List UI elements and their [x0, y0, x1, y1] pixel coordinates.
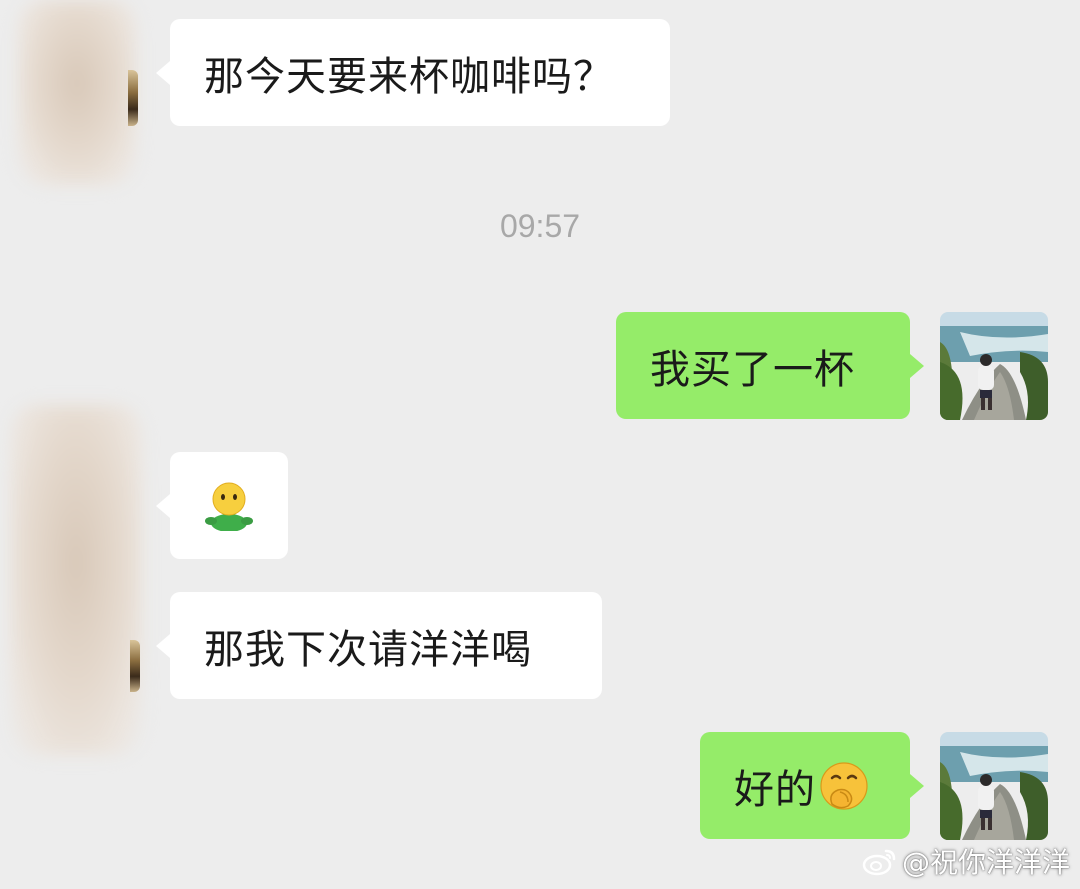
weibo-icon — [862, 849, 896, 876]
message-text: 那我下次请洋洋喝 — [204, 626, 532, 673]
user-avatar[interactable] — [940, 732, 1048, 840]
contact-avatar[interactable] — [10, 405, 142, 755]
bubble-tail — [156, 634, 170, 658]
message-bubble-received[interactable] — [156, 452, 288, 559]
hand-over-mouth-emoji-icon — [820, 761, 868, 810]
contact-avatar-edge — [128, 70, 138, 126]
seaside-photo-icon — [940, 732, 1048, 840]
message-text: 我买了一杯 — [650, 346, 855, 393]
chat-area: 那今天要来杯咖啡吗？ 09:57 我买了一杯 那我下次请洋洋喝 好的 @祝你洋洋… — [0, 0, 1080, 889]
message-bubble-received[interactable]: 那我下次请洋洋喝 — [156, 592, 602, 699]
message-bubble-sent[interactable]: 我买了一杯 — [616, 312, 924, 419]
message-bubble-received[interactable]: 那今天要来杯咖啡吗？ — [156, 19, 670, 126]
seaside-photo-icon — [940, 312, 1048, 420]
message-bubble-sent[interactable]: 好的 — [700, 732, 924, 839]
message-text: 好的 — [734, 766, 816, 813]
person-shrug-sticker-icon — [205, 482, 253, 531]
bubble-tail — [910, 354, 924, 378]
message-timestamp: 09:57 — [499, 208, 581, 244]
contact-avatar-edge — [130, 640, 140, 692]
watermark: @祝你洋洋洋 — [862, 841, 1070, 881]
message-text: 那今天要来杯咖啡吗？ — [204, 53, 614, 100]
bubble-tail — [156, 61, 170, 85]
watermark-text: @祝你洋洋洋 — [901, 846, 1070, 879]
user-avatar[interactable] — [940, 312, 1048, 420]
contact-avatar[interactable] — [18, 0, 136, 185]
bubble-tail — [910, 774, 924, 798]
bubble-tail — [156, 494, 170, 518]
